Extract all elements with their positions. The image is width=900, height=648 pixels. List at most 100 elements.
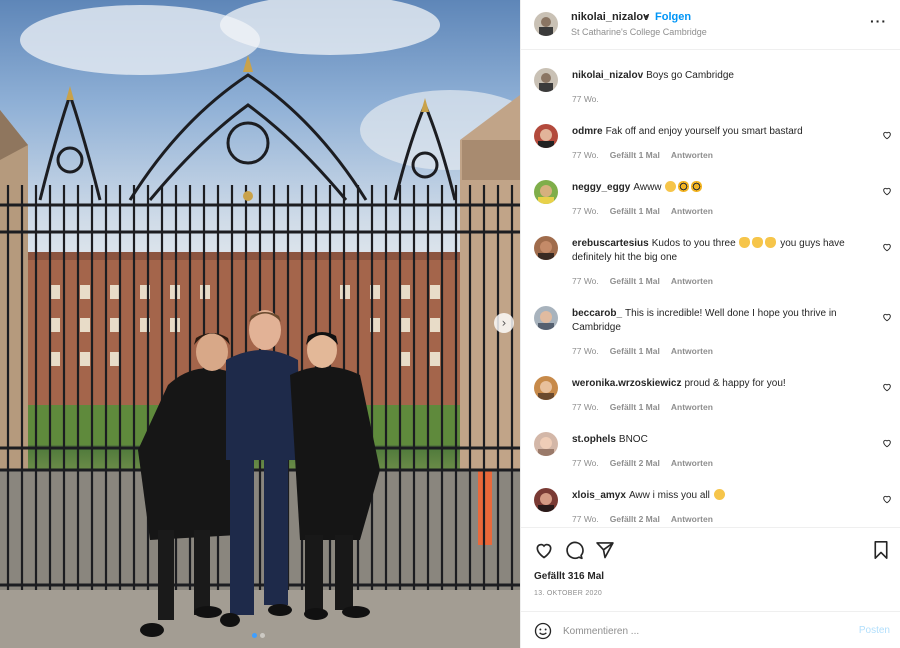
comment-time[interactable]: 77 Wo. [572,150,599,160]
comment-meta: 77 Wo. Gefällt 1 Mal Antworten [572,346,713,356]
comment-username[interactable]: weronika.wrzoskiewicz [572,378,682,389]
reply-button[interactable]: Antworten [671,458,713,468]
avatar[interactable] [534,124,558,148]
comment-text: neggy_eggy Awww [572,181,872,195]
caption-body: Boys go Cambridge [646,70,734,81]
comment-text: st.ophels BNOC [572,433,872,447]
post-details-panel: nikolai_nizalov • Folgen St Catharine's … [520,0,900,648]
avatar[interactable] [534,236,558,260]
comment-username[interactable]: odmre [572,126,603,137]
clapping-hands-emoji-icon [739,237,751,248]
comment-likes[interactable]: Gefällt 2 Mal [610,458,660,468]
bee-emoji-icon [678,181,690,192]
comment-username[interactable]: st.ophels [572,434,616,445]
comment-text: odmre Fak off and enjoy yourself you smar… [572,125,872,139]
smiling-face-emoji-icon [665,181,677,192]
comment-meta: 77 Wo. Gefällt 1 Mal Antworten [572,402,713,412]
comment-body: Aww i miss you all [628,490,710,501]
reply-button[interactable]: Antworten [671,150,713,160]
post-photo[interactable]: › [0,0,520,648]
comment-body: proud & happy for you! [684,378,786,389]
likes-count[interactable]: Gefällt 316 Mal [534,571,604,582]
comment-likes[interactable]: Gefällt 1 Mal [610,276,660,286]
heart-icon[interactable] [882,130,892,140]
heart-icon[interactable] [882,242,892,252]
follow-button[interactable]: Folgen [655,11,691,23]
comment-time[interactable]: 77 Wo. [572,206,599,216]
caption-text: nikolai_nizalov Boys go Cambridge [572,69,872,83]
comment-text: erebuscartesius Kudos to you three you gu… [572,237,872,265]
paper-plane-icon[interactable] [595,540,615,560]
bee-emoji-icon [691,181,703,192]
comment-icon[interactable] [564,540,584,560]
comment-likes[interactable]: Gefällt 1 Mal [610,402,660,412]
reply-button[interactable]: Antworten [671,514,713,524]
avatar[interactable] [534,306,558,330]
comment-username[interactable]: beccarob_ [572,308,622,319]
comment-body: Awww [633,182,662,193]
comment-meta: 77 Wo. Gefällt 2 Mal Antworten [572,458,713,468]
post-comment-button[interactable]: Posten [859,625,890,636]
chevron-right-icon: › [501,316,507,330]
avatar[interactable] [534,12,558,36]
post-header: nikolai_nizalov • Folgen St Catharine's … [521,0,900,50]
comment-text: beccarob_ This is incredible! Well done I… [572,307,872,335]
comment-time[interactable]: 77 Wo. [572,402,599,412]
heart-icon[interactable] [882,494,892,504]
post-author-username[interactable]: nikolai_nizalov [571,11,649,23]
post-location[interactable]: St Catharine's College Cambridge [571,27,707,37]
more-horizontal-icon[interactable]: ··· [870,14,887,28]
reply-button[interactable]: Antworten [671,346,713,356]
post-date[interactable]: 13. OKTOBER 2020 [534,590,602,597]
smiling-face-emoji-icon [713,489,725,500]
comment-text: weronika.wrzoskiewicz proud & happy for y… [572,377,872,391]
avatar[interactable] [534,180,558,204]
comment-username[interactable]: neggy_eggy [572,182,630,193]
reply-button[interactable]: Antworten [671,402,713,412]
heart-icon[interactable] [882,186,892,196]
comment-likes[interactable]: Gefällt 1 Mal [610,206,660,216]
comment-username[interactable]: xlois_amyx [572,490,626,501]
comment-time[interactable]: 77 Wo. [572,346,599,356]
comment-composer: Posten [521,611,900,648]
comment-likes[interactable]: Gefällt 1 Mal [610,150,660,160]
caption-time[interactable]: 77 Wo. [572,94,599,104]
comment-body: BNOC [618,434,648,445]
heart-icon[interactable] [882,382,892,392]
carousel-dot-active [252,633,257,638]
comment-body-start: Kudos to you three [651,238,736,249]
header-separator: • [645,11,649,23]
avatar[interactable] [534,488,558,512]
bookmark-icon[interactable] [872,540,890,560]
comment-time[interactable]: 77 Wo. [572,514,599,524]
avatar[interactable] [534,432,558,456]
heart-icon[interactable] [534,540,554,560]
clapping-hands-emoji-icon [752,237,764,248]
comment-body: Fak off and enjoy yourself you smart bas… [605,126,803,137]
reply-button[interactable]: Antworten [671,206,713,216]
heart-icon[interactable] [882,312,892,322]
comment-likes[interactable]: Gefällt 2 Mal [610,514,660,524]
carousel-next-button[interactable]: › [494,313,514,333]
comment-meta: 77 Wo. Gefällt 1 Mal Antworten [572,276,713,286]
caption-meta: 77 Wo. [572,94,599,104]
comment-text: xlois_amyx Aww i miss you all [572,489,872,503]
caption-username[interactable]: nikolai_nizalov [572,70,643,81]
carousel-indicator [252,633,265,638]
heart-icon[interactable] [882,438,892,448]
smiley-icon[interactable] [534,622,552,640]
comment-time[interactable]: 77 Wo. [572,276,599,286]
avatar[interactable] [534,68,558,92]
comment-meta: 77 Wo. Gefällt 1 Mal Antworten [572,150,713,160]
avatar[interactable] [534,376,558,400]
comment-meta: 77 Wo. Gefällt 2 Mal Antworten [572,514,713,524]
comment-input[interactable] [563,620,843,642]
comment-likes[interactable]: Gefällt 1 Mal [610,346,660,356]
comment-username[interactable]: erebuscartesius [572,238,649,249]
photo-illustration [0,0,520,648]
clapping-hands-emoji-icon [765,237,777,248]
reply-button[interactable]: Antworten [671,276,713,286]
post-actions: Gefällt 316 Mal 13. OKTOBER 2020 [521,527,900,611]
comment-meta: 77 Wo. Gefällt 1 Mal Antworten [572,206,713,216]
comment-time[interactable]: 77 Wo. [572,458,599,468]
